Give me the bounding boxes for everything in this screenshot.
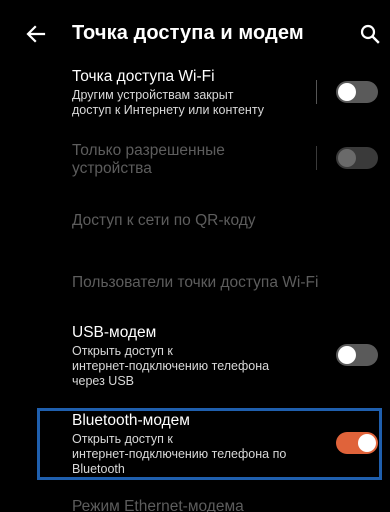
page-title: Точка доступа и модем [72, 22, 304, 44]
setting-title: Доступ к сети по QR-коду [72, 212, 256, 229]
setting-wifi-hotspot[interactable]: Точка доступа Wi-Fi Другим устройствам з… [0, 66, 390, 128]
setting-subtitle: Другим устройствам закрыт [72, 88, 234, 102]
setting-subtitle: доступ к Интернету или контенту [72, 103, 264, 117]
setting-title: USB-модем [72, 324, 157, 341]
setting-title: Точка доступа Wi-Fi [72, 68, 215, 85]
setting-title: Bluetooth-модем [72, 412, 190, 429]
setting-title: устройства [72, 160, 152, 177]
setting-subtitle: через USB [72, 374, 134, 388]
setting-allowed-devices[interactable]: Только разрешенные устройства [0, 140, 390, 184]
wifi-hotspot-toggle[interactable] [336, 81, 378, 103]
toggle-knob [338, 346, 356, 364]
toggle-knob [358, 434, 376, 452]
setting-title: Только разрешенные [72, 142, 225, 159]
search-icon[interactable] [356, 20, 384, 48]
setting-ethernet-tethering[interactable]: Режим Ethernet-модема [0, 496, 390, 512]
setting-subtitle: Открыть доступ к [72, 432, 173, 446]
app-bar: Точка доступа и модем [0, 0, 390, 66]
setting-subtitle: интернет-подключению телефона [72, 359, 270, 373]
arrow-back-icon[interactable] [22, 20, 50, 48]
allowed-devices-toggle[interactable] [336, 147, 378, 169]
setting-qr-access[interactable]: Доступ к сети по QR-коду [0, 210, 390, 234]
bluetooth-tethering-toggle[interactable] [336, 432, 378, 454]
usb-tethering-toggle[interactable] [336, 344, 378, 366]
setting-title: Режим Ethernet-модема [72, 498, 244, 512]
setting-hotspot-users[interactable]: Пользователи точки доступа Wi-Fi [0, 272, 390, 296]
divider [316, 80, 317, 104]
setting-title: Пользователи точки доступа Wi-Fi [72, 274, 319, 291]
setting-subtitle: Bluetooth [72, 462, 125, 476]
toggle-knob [338, 149, 356, 167]
setting-usb-tethering[interactable]: USB-модем Открыть доступ к интернет-подк… [0, 322, 390, 392]
setting-bluetooth-tethering[interactable]: Bluetooth-модем Открыть доступ к интерне… [0, 410, 390, 478]
toggle-knob [338, 83, 356, 101]
setting-subtitle: интернет-подключению телефона по [72, 447, 287, 461]
divider [316, 146, 317, 170]
setting-subtitle: Открыть доступ к [72, 344, 173, 358]
